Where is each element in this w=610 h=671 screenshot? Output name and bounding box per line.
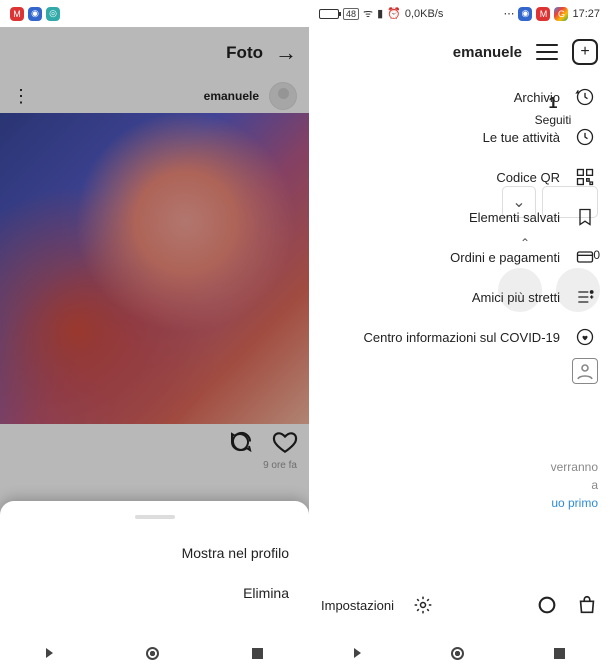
left-screenshot: M ◉ ◎ → Foto emanuele ⋮ 9 ore fa: [0, 0, 309, 671]
more-status-icon: ⋯: [503, 7, 514, 20]
app-icon: ◉: [518, 7, 532, 21]
sheet-option-delete[interactable]: Elimina: [0, 573, 309, 613]
nav-recent-icon[interactable]: [252, 648, 263, 659]
menu-saved[interactable]: Elementi salvati: [309, 197, 610, 237]
menu-archive[interactable]: Archivio: [309, 77, 610, 117]
signal-icon: ▮: [377, 7, 383, 20]
bottom-sheet: Mostra nel profilo Elimina: [0, 501, 309, 635]
drag-handle[interactable]: [135, 515, 175, 519]
ring-icon[interactable]: [536, 594, 558, 616]
battery-label: 48: [343, 8, 359, 20]
menu-closefriends[interactable]: Amici più stretti: [309, 277, 610, 317]
nav-home-icon[interactable]: [451, 647, 464, 660]
wifi-icon: ᯤ: [363, 6, 373, 21]
app-icon: ◎: [46, 7, 60, 21]
list-icon: [574, 286, 596, 308]
side-menu: Archivio Le tue attività Codice QR Eleme…: [309, 77, 610, 635]
qr-icon: [574, 166, 596, 188]
menu-orders[interactable]: Ordini e pagamenti: [309, 237, 610, 277]
app-icon: G: [554, 7, 568, 21]
nav-back-icon[interactable]: [354, 648, 361, 658]
activity-icon: [574, 126, 596, 148]
bookmark-icon: [574, 206, 596, 228]
menu-qr[interactable]: Codice QR: [309, 157, 610, 197]
battery-icon: [319, 9, 339, 19]
data-rate: 0,0KB/s: [405, 8, 444, 20]
menu-activity[interactable]: Le tue attività: [309, 117, 610, 157]
nav-recent-icon[interactable]: [554, 648, 565, 659]
menu-covid[interactable]: Centro informazioni sul COVID-19: [309, 317, 610, 357]
alarm-icon: ⏰: [387, 7, 401, 20]
archive-icon: [574, 86, 596, 108]
app-icon: ◉: [28, 7, 42, 21]
status-bar-left: M ◉ ◎: [0, 0, 309, 27]
app-icon: M: [10, 7, 24, 21]
nav-home-icon[interactable]: [146, 647, 159, 660]
sheet-option-show[interactable]: Mostra nel profilo: [0, 533, 309, 573]
profile-username[interactable]: emanuele: [453, 44, 522, 61]
menu-icon[interactable]: [536, 44, 558, 60]
clock: 17:27: [572, 8, 600, 20]
bottom-bar: Impostazioni: [309, 585, 610, 625]
android-nav-left: [0, 635, 309, 671]
android-nav-right: [309, 635, 610, 671]
profile-topbar: + emanuele: [309, 27, 610, 77]
nav-back-icon[interactable]: [46, 648, 53, 658]
app-icon: M: [536, 7, 550, 21]
card-icon: [574, 246, 596, 268]
status-bar-right: 48 ᯤ ▮ ⏰ 0,0KB/s ⋯ ◉ M G 17:27: [309, 0, 610, 27]
settings-label[interactable]: Impostazioni: [321, 598, 394, 613]
right-screenshot: 48 ᯤ ▮ ⏰ 0,0KB/s ⋯ ◉ M G 17:27 + emanuel…: [309, 0, 610, 671]
shop-icon[interactable]: [576, 594, 598, 616]
gear-icon[interactable]: [412, 594, 434, 616]
info-heart-icon: [574, 326, 596, 348]
create-icon[interactable]: +: [572, 39, 598, 65]
